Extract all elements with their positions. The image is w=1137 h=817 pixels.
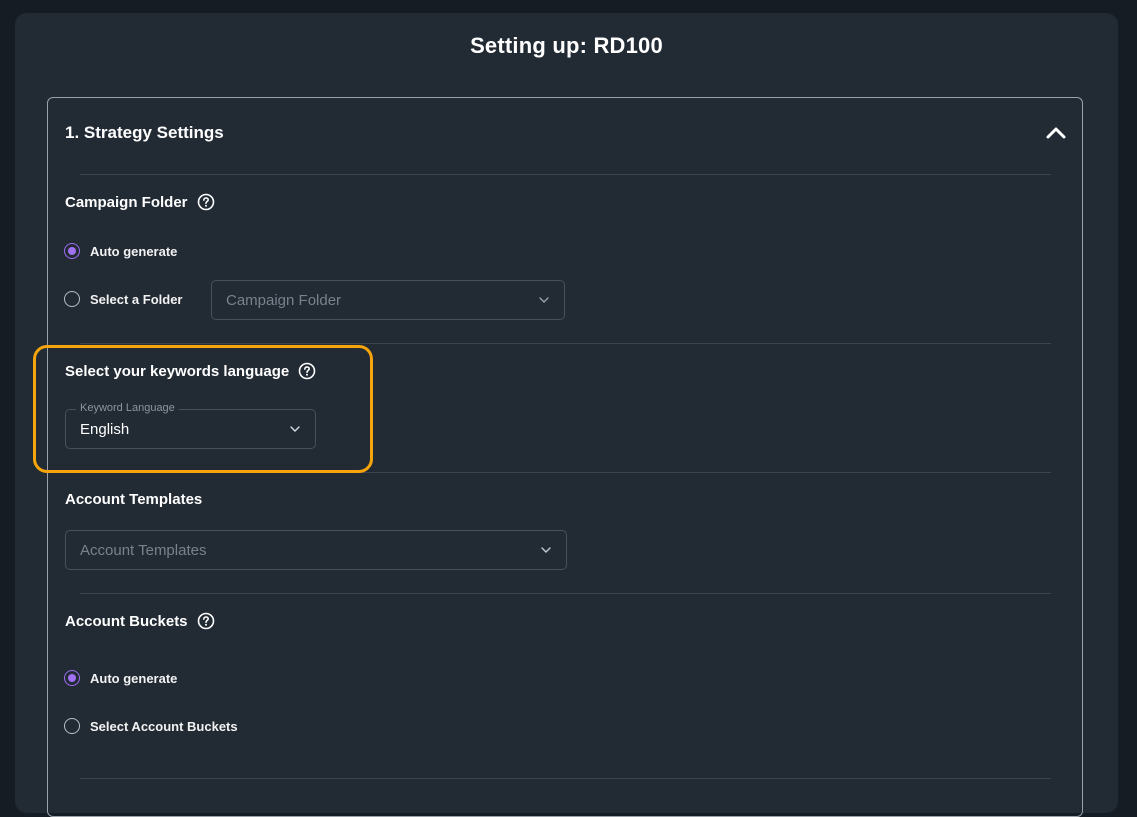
highlight-box <box>33 345 373 473</box>
divider <box>80 778 1051 779</box>
divider <box>80 174 1051 175</box>
help-icon[interactable] <box>197 193 215 211</box>
help-icon[interactable] <box>197 612 215 630</box>
chevron-down-icon <box>540 544 552 556</box>
page-title: Setting up: RD100 <box>470 33 663 58</box>
campaign-folder-select[interactable]: Campaign Folder <box>211 280 565 320</box>
account-templates-select[interactable]: Account Templates <box>65 530 567 570</box>
radio-button[interactable] <box>64 670 80 686</box>
divider <box>80 343 1051 344</box>
radio-button[interactable] <box>64 718 80 734</box>
section-title: 1. Strategy Settings <box>65 123 224 142</box>
radio-auto-generate-folder[interactable]: Auto generate <box>64 243 177 259</box>
radio-label: Auto generate <box>90 670 178 686</box>
radio-label: Auto generate <box>90 243 178 259</box>
campaign-folder-heading-label: Campaign Folder <box>65 193 188 211</box>
divider <box>80 593 1051 594</box>
radio-button[interactable] <box>64 243 80 259</box>
chevron-up-icon <box>1046 127 1066 139</box>
account-templates-heading-label: Account Templates <box>65 491 203 508</box>
radio-label: Select a Folder <box>90 291 183 307</box>
radio-label: Select Account Buckets <box>90 718 238 734</box>
campaign-folder-heading: Campaign Folder <box>65 193 215 211</box>
account-templates-heading: Account Templates <box>65 491 202 508</box>
radio-auto-generate-buckets[interactable]: Auto generate <box>64 670 177 686</box>
select-placeholder: Campaign Folder <box>226 291 342 309</box>
collapse-section-button[interactable] <box>1044 122 1068 144</box>
account-buckets-heading: Account Buckets <box>65 612 215 630</box>
chevron-down-icon <box>538 294 550 306</box>
radio-select-account-buckets[interactable]: Select Account Buckets <box>64 718 238 734</box>
radio-button[interactable] <box>64 291 80 307</box>
account-buckets-heading-label: Account Buckets <box>65 612 188 630</box>
radio-select-folder[interactable]: Select a Folder <box>64 291 182 307</box>
select-placeholder: Account Templates <box>80 541 207 559</box>
